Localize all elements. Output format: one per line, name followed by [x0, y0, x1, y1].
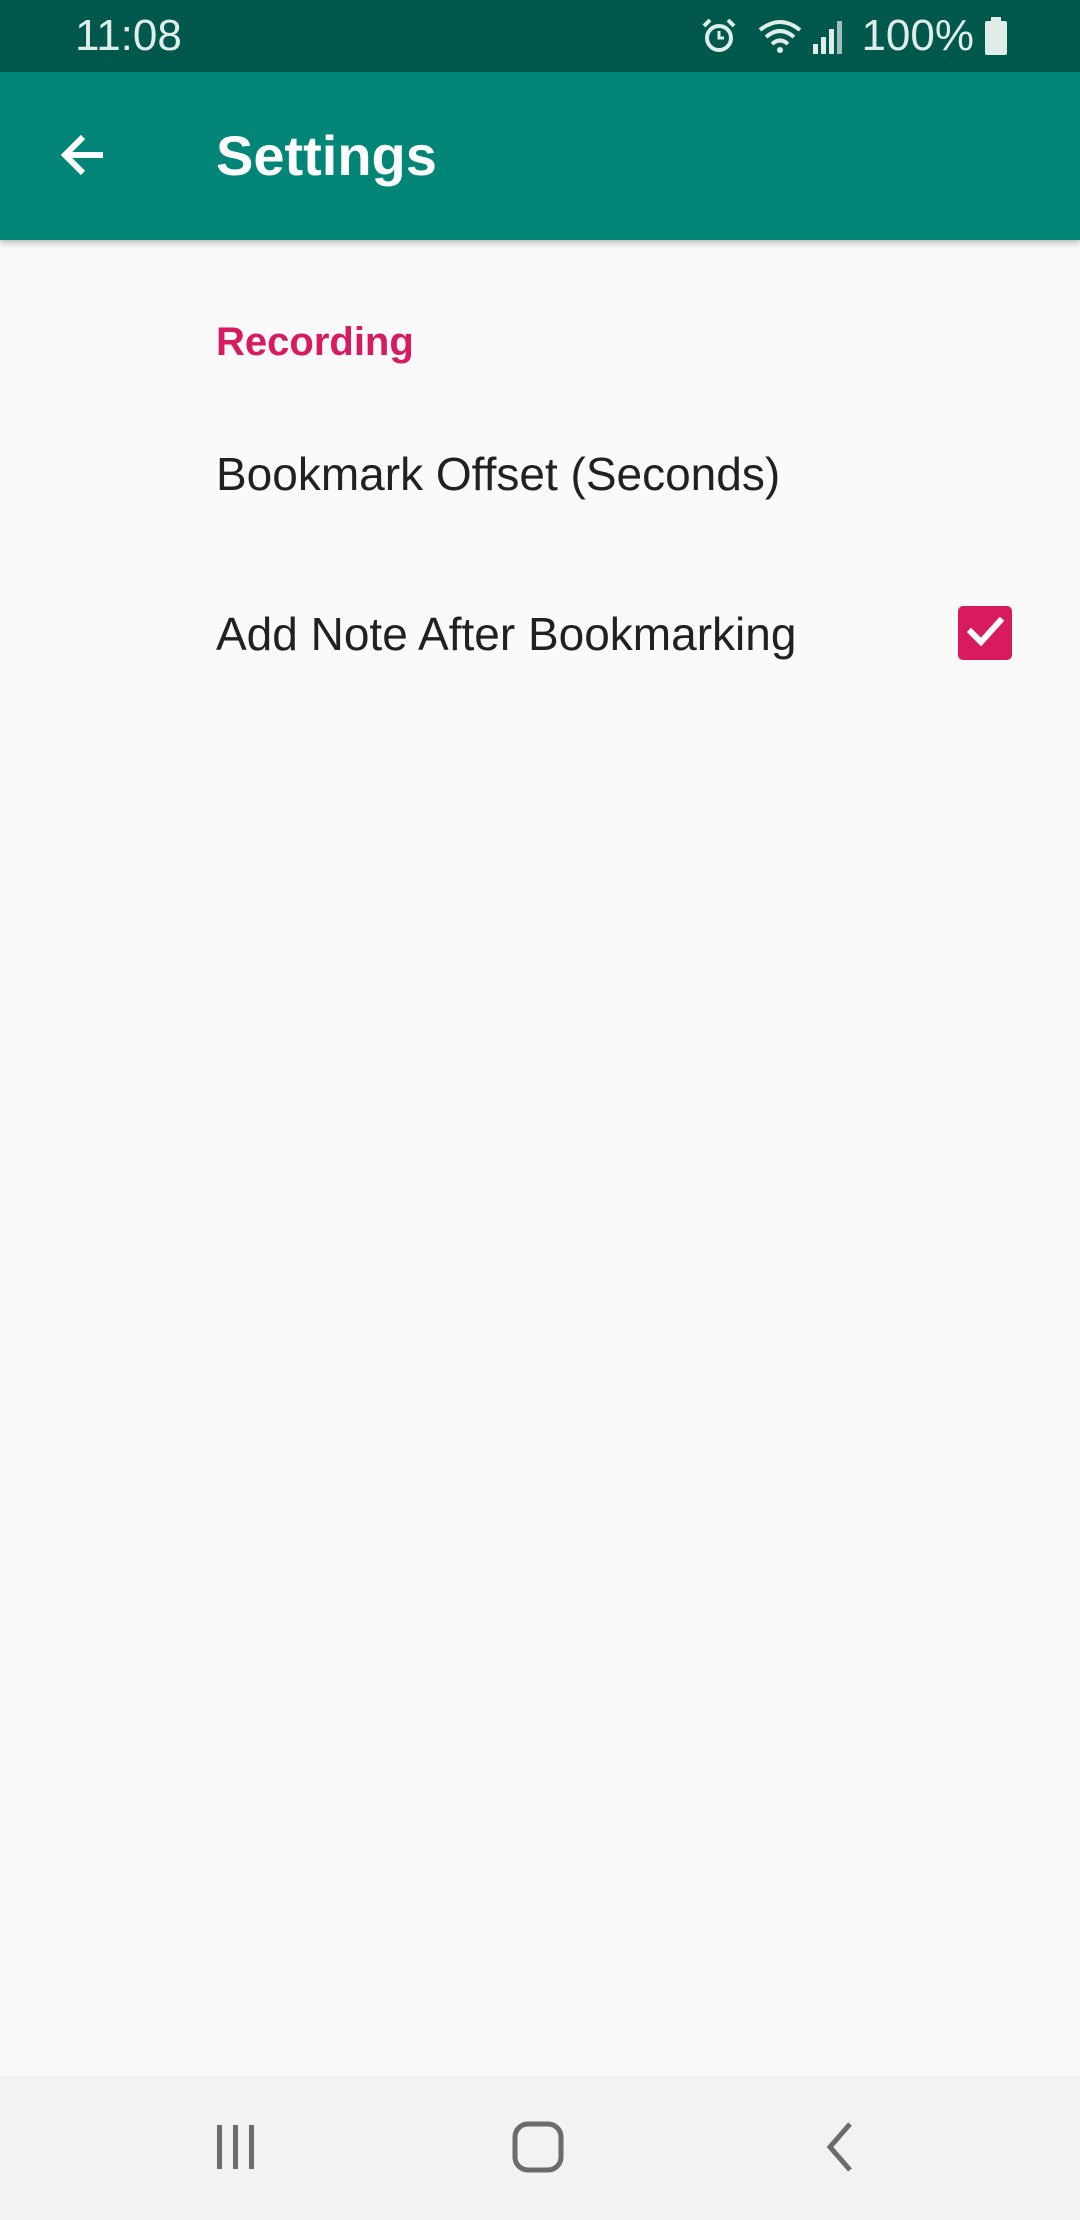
back-button[interactable] — [38, 112, 128, 202]
back-icon — [820, 2120, 860, 2179]
signal-icon — [811, 16, 847, 56]
status-icons: 100% — [699, 12, 1008, 60]
category-title-recording: Recording — [216, 320, 414, 364]
recents-icon — [211, 2122, 261, 2177]
status-bar: 11:08 100% — [0, 0, 1080, 72]
page-title: Settings — [216, 124, 437, 187]
pref-bookmark-offset-title: Bookmark Offset (Seconds) — [216, 448, 781, 500]
pref-bookmark-offset[interactable]: Bookmark Offset (Seconds) — [0, 410, 1080, 540]
home-button[interactable] — [488, 2104, 588, 2194]
pref-add-note-after-bookmarking[interactable]: Add Note After Bookmarking — [0, 570, 1080, 700]
add-note-checkbox[interactable] — [958, 606, 1012, 660]
status-time: 11:08 — [75, 11, 182, 60]
recents-button[interactable] — [186, 2104, 286, 2194]
arrow-back-icon — [55, 127, 111, 188]
alarm-icon — [699, 16, 739, 56]
system-nav-bar — [0, 2076, 1080, 2220]
app-bar: Settings — [0, 72, 1080, 240]
checkmark-icon — [963, 609, 1007, 658]
wifi-icon — [757, 16, 803, 56]
pref-add-note-title: Add Note After Bookmarking — [216, 608, 797, 660]
home-icon — [511, 2120, 565, 2179]
battery-percentage: 100% — [861, 11, 974, 60]
settings-screen: 11:08 100% Settings Recording Bookmark O… — [0, 0, 1080, 2220]
battery-icon — [984, 16, 1008, 56]
nav-back-button[interactable] — [790, 2104, 890, 2194]
